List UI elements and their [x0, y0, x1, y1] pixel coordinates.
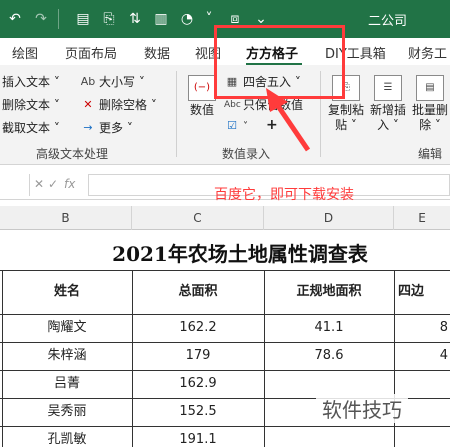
table-header-name[interactable]: 姓名	[2, 270, 132, 314]
extract-text-button[interactable]: 截取文本 ˅	[2, 119, 60, 136]
more-label: 更多 ˅	[99, 121, 133, 135]
plus-button[interactable]: +	[266, 117, 278, 133]
delete-spaces-icon: ✕	[83, 97, 93, 111]
table-cell-name[interactable]: 吕菁	[2, 370, 132, 398]
edit-group-label: 编辑	[418, 147, 443, 161]
case-button[interactable]: Ab 大小写 ˅	[80, 73, 145, 90]
shapes-icon[interactable]: ◔	[178, 10, 196, 28]
chart-icon[interactable]: ▥	[152, 10, 170, 28]
batch-delete-button[interactable]: ▤ 批量删除 ˅	[410, 75, 450, 133]
delete-text-button[interactable]: 删除文本 ˅	[2, 96, 60, 113]
table-cell-total[interactable]: 152.5	[132, 398, 264, 426]
table-cell-total[interactable]: 162.9	[132, 370, 264, 398]
delete-spaces-button[interactable]: ✕ 删除空格 ˅	[80, 96, 157, 113]
table-cell-name[interactable]: 吴秀丽	[2, 398, 132, 426]
watermark: 软件技巧	[316, 394, 408, 423]
table-cell-edge[interactable]	[394, 426, 450, 447]
insert-icon: ☰	[374, 75, 402, 101]
table-cell-name[interactable]: 陶耀文	[2, 314, 132, 342]
tab-page-layout[interactable]: 页面布局	[65, 43, 117, 62]
insert-label: 新增插入 ˅	[370, 103, 407, 132]
cancel-icon[interactable]: ✕	[34, 177, 44, 191]
extract-text-label: 截取文本 ˅	[2, 121, 60, 135]
copy-paste-label: 复制粘贴 ˅	[327, 103, 364, 132]
table-cell-name[interactable]: 朱梓涵	[2, 342, 132, 370]
sort-icon[interactable]: ⇅	[126, 10, 144, 28]
case-label: 大小写 ˅	[99, 75, 145, 89]
batch-delete-label: 批量删除 ˅	[411, 103, 448, 132]
column-headers: B C D E	[0, 206, 450, 230]
tab-data[interactable]: 数据	[144, 43, 170, 62]
table-cell-regular[interactable]: 41.1	[264, 314, 394, 342]
numeric-icon: (−)	[188, 75, 216, 101]
keep-value-icon: Abc	[224, 99, 241, 110]
insert-text-label: 插入文本 ˅	[2, 75, 60, 89]
edit-box-icon: ☑	[227, 119, 237, 132]
table-header-regular[interactable]: 正规地面积	[264, 270, 394, 314]
table-cell-name[interactable]: 孔凯敏	[2, 426, 132, 447]
column-header-b[interactable]: B	[0, 206, 132, 230]
format-painter-icon[interactable]: ⎘	[100, 10, 118, 28]
more-button[interactable]: → 更多 ˅	[80, 119, 133, 136]
table-cell-edge[interactable]: 8	[394, 314, 450, 342]
chevron-down-icon: ˅	[243, 120, 248, 132]
delete-spaces-label: 删除空格 ˅	[99, 98, 157, 112]
table-header-total[interactable]: 总面积	[132, 270, 264, 314]
document-title: 二公司	[368, 14, 408, 29]
table-cell-total[interactable]: 191.1	[132, 426, 264, 447]
number-group-label: 数值录入	[222, 147, 271, 161]
insert-button[interactable]: ☰ 新增插入 ˅	[370, 75, 406, 133]
highlight-box	[214, 25, 345, 99]
toolbar-separator	[58, 9, 59, 29]
document-icon[interactable]: ▤	[74, 10, 92, 28]
function-icon[interactable]: fx	[64, 177, 75, 191]
tab-finance[interactable]: 财务工	[408, 43, 447, 62]
arrow-right-icon: →	[83, 120, 93, 134]
annotation-text: 百度它，即可下载安装	[214, 187, 354, 203]
table-cell-total[interactable]: 179	[132, 342, 264, 370]
redo-icon[interactable]: ↷	[32, 10, 50, 28]
text-group-label: 高级文本处理	[36, 147, 109, 161]
table-cell-total[interactable]: 162.2	[132, 314, 264, 342]
insert-text-button[interactable]: 插入文本 ˅	[2, 73, 60, 90]
group-separator	[176, 71, 177, 157]
numeric-label: 数值	[189, 103, 214, 117]
undo-icon[interactable]: ↶	[6, 10, 24, 28]
column-header-c[interactable]: C	[132, 206, 264, 230]
column-header-e[interactable]: E	[394, 206, 450, 230]
edit-options-button[interactable]: ☑ ˅	[224, 119, 248, 133]
table-cell-edge[interactable]: 4	[394, 342, 450, 370]
tab-draw[interactable]: 绘图	[12, 43, 38, 62]
table-cell-regular[interactable]	[264, 426, 394, 447]
name-box[interactable]	[0, 174, 30, 196]
delete-text-label: 删除文本 ˅	[2, 98, 60, 112]
table-cell-regular[interactable]: 78.6	[264, 342, 394, 370]
table-header-edge[interactable]: 四边	[394, 270, 450, 314]
batch-delete-icon: ▤	[416, 75, 444, 101]
case-icon: Ab	[80, 74, 96, 88]
sheet-title[interactable]: 2021年农场土地属性调查表	[30, 238, 450, 267]
confirm-icon[interactable]: ✓	[48, 177, 58, 191]
column-header-d[interactable]: D	[264, 206, 394, 230]
